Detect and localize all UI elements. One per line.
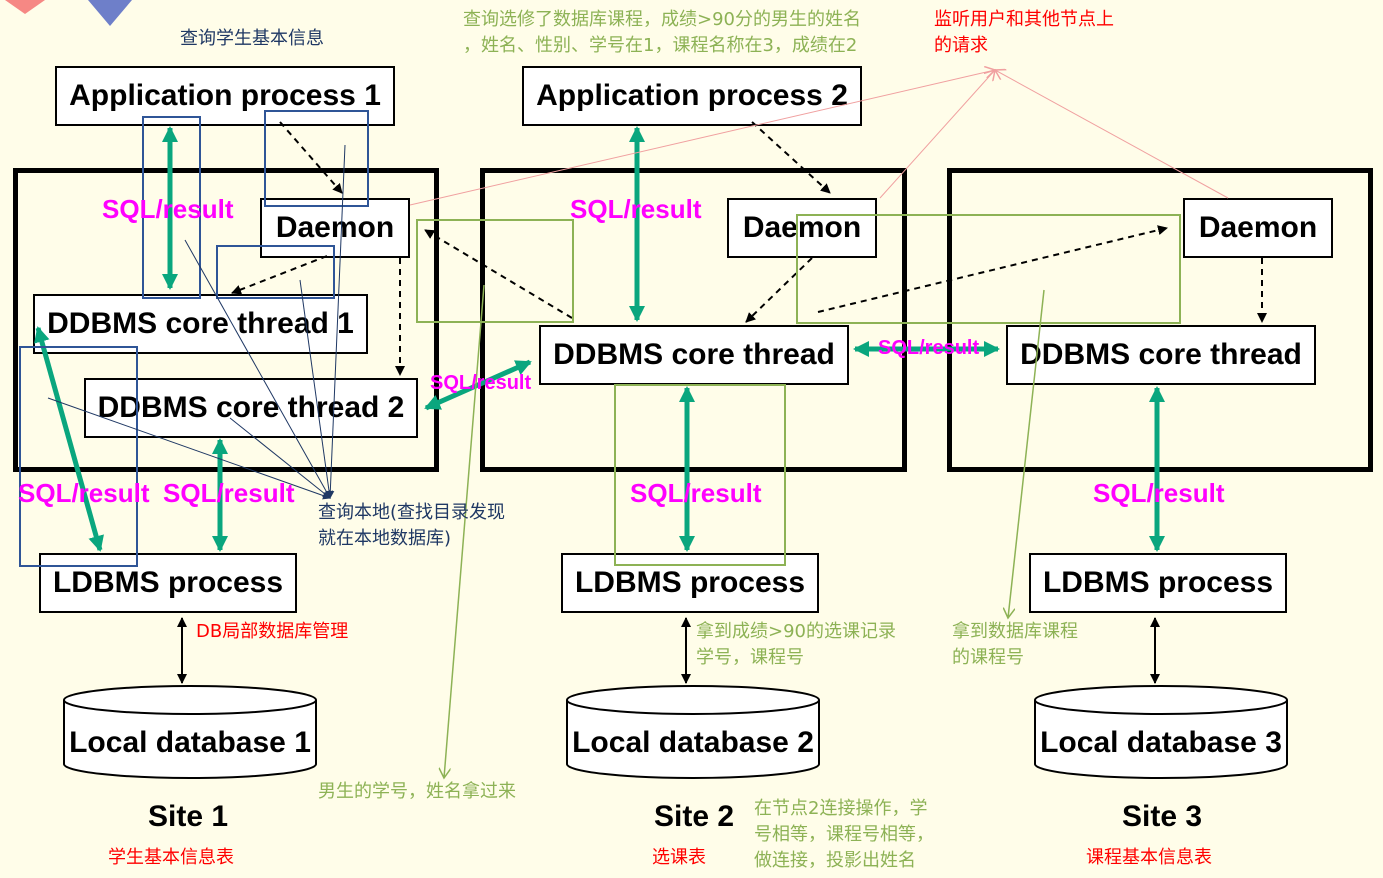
arrow-to-course-note <box>1008 289 1045 618</box>
core2-daemon1-dashed-arrow <box>424 229 573 319</box>
query-course-note-line1: 查询选修了数据库课程，成绩>90分的男生的姓名 <box>463 9 861 30</box>
highlight-app1-daemon <box>264 110 369 207</box>
app2-daemon2-dashed-arrow <box>751 121 831 194</box>
get-records-note-line1: 拿到成绩>90的选课记录 <box>696 621 896 642</box>
sql-label-site1-site2: SQL/result <box>430 372 532 394</box>
local-query-note-line2: 就在本地数据库) <box>318 528 452 549</box>
join-note-line3: 做连接，投影出姓名 <box>754 850 916 871</box>
listen-note-line1: 监听用户和其他节点上 <box>934 9 1114 30</box>
query-student-note: 查询学生基本信息 <box>180 28 324 49</box>
ddbms-architecture-diagram: Application process 1 Application proces… <box>0 0 1383 878</box>
local-database-1-cylinder: Local database 1 <box>63 685 317 779</box>
site-1-title: Site 1 <box>148 800 229 833</box>
sql-label-core1-ldbms: SQL/result <box>18 478 150 508</box>
local-database-3-label: Local database 3 <box>1040 726 1282 759</box>
sql-label-site2-ldbms: SQL/result <box>630 478 762 508</box>
sql-label-site2-site3: SQL/result <box>878 337 980 359</box>
db-local-mgmt-note: DB局部数据库管理 <box>196 621 349 642</box>
get-records-note-line2: 学号，课程号 <box>696 647 804 668</box>
sql-label-app1: SQL/result <box>102 194 234 224</box>
highlight-core2-ldbms2 <box>614 384 786 566</box>
highlight-core-ldbms <box>19 346 138 567</box>
sql-label-site3-ldbms: SQL/result <box>1093 478 1225 508</box>
highlight-daemon-core1 <box>216 245 335 299</box>
daemon1-core1-dashed-arrow <box>231 255 328 295</box>
local-database-1-label: Local database 1 <box>69 726 311 759</box>
sql-label-app2: SQL/result <box>570 194 702 224</box>
highlight-daemon3-link <box>796 214 1181 324</box>
core1-ldbms1-sql-arrow <box>34 326 104 552</box>
diagram-overlay: Local database 1 Local database 2 Local … <box>19 0 1288 878</box>
listen-note-line2: 的请求 <box>934 35 988 56</box>
site-2-title: Site 2 <box>654 800 735 833</box>
site-2-table-name: 选课表 <box>652 847 706 868</box>
app1-daemon1-dashed-arrow <box>279 121 343 194</box>
local-query-note-line1: 查询本地(查找目录发现 <box>318 502 506 523</box>
daemon2-core-dashed-arrow <box>745 257 813 323</box>
site-1-table-name: 学生基本信息表 <box>108 847 234 868</box>
join-note-line2: 号相等，课程号相等， <box>754 824 934 845</box>
male-fetch-note: 男生的学号，姓名拿过来 <box>318 781 516 802</box>
query-course-note-line2: ，姓名、性别、学号在1，课程名称在3，成绩在2 <box>463 35 858 56</box>
site-3-title: Site 3 <box>1122 800 1203 833</box>
local-database-2-label: Local database 2 <box>572 726 814 759</box>
get-course-note-line2: 的课程号 <box>952 647 1024 668</box>
get-course-note-line1: 拿到数据库课程 <box>952 621 1078 642</box>
join-note-line1: 在节点2连接操作，学 <box>754 798 928 819</box>
core2-daemon3-dashed-arrow <box>817 225 1168 313</box>
local-database-3-cylinder: Local database 3 <box>1034 685 1288 779</box>
local-database-2-cylinder: Local database 2 <box>566 685 820 779</box>
sql-label-core2-ldbms: SQL/result <box>163 478 295 508</box>
site-3-table-name: 课程基本信息表 <box>1086 847 1212 868</box>
